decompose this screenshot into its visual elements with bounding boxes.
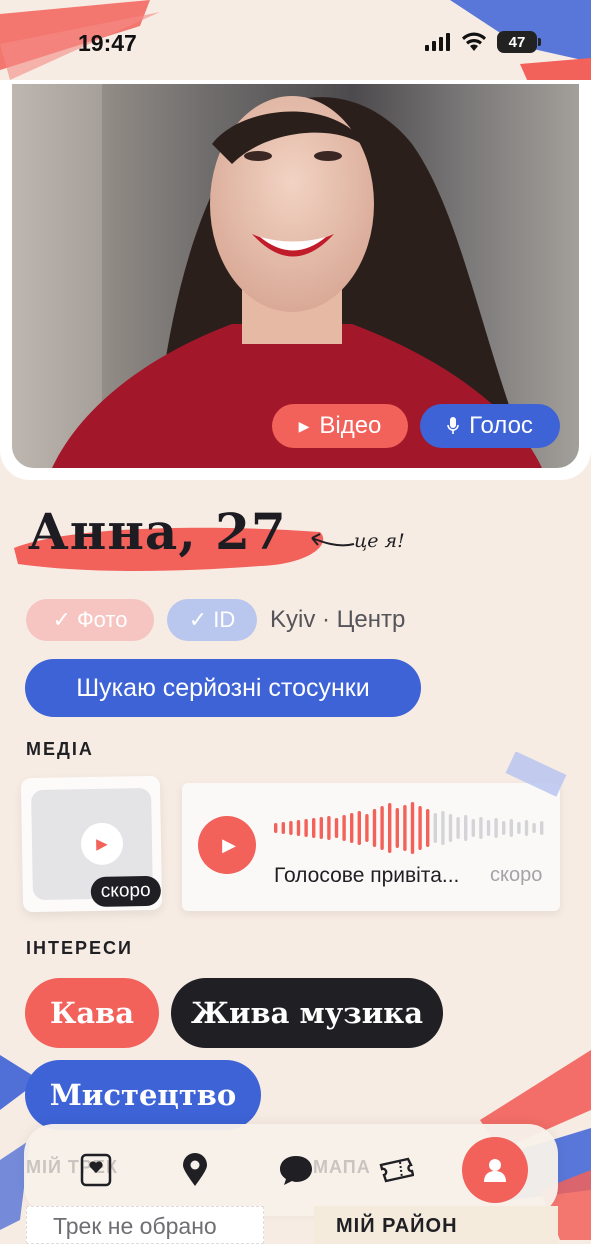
waveform-bar bbox=[448, 814, 453, 842]
interests-section-title: ІНТЕРЕСИ bbox=[26, 938, 133, 958]
waveform-bar bbox=[494, 818, 498, 838]
waveform-bar bbox=[350, 813, 354, 843]
waveform-bar bbox=[479, 817, 483, 839]
waveform-bar bbox=[395, 808, 399, 848]
waveform-bar bbox=[342, 815, 346, 841]
handwritten-note: це я! bbox=[354, 530, 405, 552]
status-time: 19:47 bbox=[78, 30, 137, 56]
track-card-icon bbox=[80, 1153, 112, 1187]
video-button-label: Відео bbox=[319, 412, 382, 439]
chat-bubble-icon bbox=[280, 1156, 312, 1185]
waveform-bar bbox=[426, 809, 430, 847]
microphone-icon bbox=[447, 417, 459, 434]
play-icon: ▶ bbox=[96, 835, 108, 853]
voice-greeting-label: Голосове привіта... bbox=[274, 864, 460, 887]
video-soon-chip: скоро bbox=[90, 875, 161, 908]
waveform-bar bbox=[296, 820, 301, 836]
district-label: МІЙ РАЙОН bbox=[336, 1215, 458, 1237]
voice-play-button[interactable]: ▶ bbox=[198, 816, 256, 874]
location-pin-icon bbox=[183, 1153, 207, 1186]
video-placeholder: ▶ скоро bbox=[31, 787, 161, 908]
photo-verified-badge: ✓ Фото bbox=[26, 599, 154, 641]
track-status-field[interactable]: Трек не обрано bbox=[26, 1206, 264, 1244]
voice-soon-label: скоро bbox=[490, 864, 543, 886]
interest-chip-live-music[interactable]: Жива музика bbox=[171, 978, 443, 1048]
video-play-button[interactable]: ▶ bbox=[80, 822, 124, 866]
interest-label: Кава bbox=[49, 996, 135, 1030]
waveform-bar bbox=[319, 817, 323, 839]
cellular-signal-icon bbox=[425, 33, 450, 51]
waveform-bar bbox=[540, 821, 544, 835]
waveform-bar bbox=[289, 821, 293, 835]
nav-label-map: МАПА bbox=[313, 1157, 371, 1177]
waveform-bar bbox=[471, 819, 475, 837]
waveform-bar bbox=[327, 816, 331, 840]
play-icon: ▶ bbox=[222, 834, 236, 855]
location-text: Kyiv · Центр bbox=[270, 606, 406, 633]
waveform-bar bbox=[418, 806, 422, 850]
interest-chip-coffee[interactable]: Кава bbox=[25, 978, 159, 1048]
media-section-title: МЕДІА bbox=[26, 739, 94, 759]
waveform-bar bbox=[509, 819, 513, 837]
check-icon: ✓ bbox=[188, 607, 208, 632]
interest-label: Жива музика bbox=[190, 996, 424, 1030]
nav-ticket-button[interactable] bbox=[376, 1150, 416, 1190]
waveform-bar bbox=[456, 817, 460, 839]
waveform-bar bbox=[274, 823, 278, 833]
waveform-bar bbox=[312, 818, 316, 838]
waveform-bar bbox=[403, 805, 407, 851]
waveform-bar bbox=[334, 818, 339, 838]
waveform-bar bbox=[410, 802, 415, 854]
waveform-bar bbox=[380, 806, 384, 850]
waveform-bar bbox=[486, 820, 491, 836]
profile-name: Анна, 27 bbox=[28, 502, 287, 561]
video-soon-label: скоро bbox=[100, 879, 151, 902]
my-district-tab[interactable]: МІЙ РАЙОН bbox=[314, 1206, 558, 1244]
waveform-bar bbox=[532, 823, 536, 833]
voice-waveform bbox=[274, 802, 544, 854]
profile-icon bbox=[484, 1159, 506, 1182]
check-icon: ✓ bbox=[52, 607, 71, 632]
waveform-bar bbox=[304, 819, 308, 837]
voice-button-label: Голос bbox=[469, 412, 533, 439]
waveform-bar bbox=[357, 811, 361, 845]
waveform-bar bbox=[502, 821, 506, 835]
intent-label: Шукаю серйозні стосунки bbox=[76, 673, 370, 702]
ticket-icon bbox=[379, 1157, 414, 1183]
waveform-bar bbox=[517, 822, 521, 834]
battery-indicator: 47 bbox=[497, 31, 541, 53]
id-verified-badge: ✓ ID bbox=[167, 599, 257, 641]
relationship-intent-chip: Шукаю серйозні стосунки bbox=[25, 659, 421, 717]
play-icon: ▶ bbox=[298, 417, 310, 434]
voice-button[interactable]: Голос bbox=[420, 404, 560, 448]
battery-level: 47 bbox=[508, 33, 526, 51]
interest-chip-art[interactable]: Мистецтво bbox=[25, 1060, 261, 1130]
waveform-bar bbox=[464, 815, 468, 841]
waveform-bar bbox=[281, 822, 285, 834]
track-status-label: Трек не обрано bbox=[53, 1213, 217, 1239]
waveform-bar bbox=[441, 811, 445, 845]
waveform-bar bbox=[365, 814, 369, 842]
interest-label: Мистецтво bbox=[49, 1078, 237, 1112]
waveform-bar bbox=[524, 820, 529, 836]
waveform-bar bbox=[372, 809, 377, 847]
nav-track-button[interactable] bbox=[76, 1150, 116, 1190]
nav-chat-button[interactable] bbox=[276, 1150, 316, 1190]
nav-profile-button[interactable] bbox=[462, 1137, 528, 1203]
video-button[interactable]: ▶ Відео bbox=[272, 404, 408, 448]
id-badge-label: ID bbox=[213, 607, 236, 632]
nav-location-button[interactable] bbox=[175, 1150, 215, 1190]
waveform-bar bbox=[433, 813, 437, 843]
status-bar: 19:47 47 bbox=[0, 0, 591, 86]
status-icons: 47 bbox=[425, 31, 541, 53]
waveform-bar bbox=[388, 803, 392, 853]
photo-badge-label: Фото bbox=[76, 607, 128, 632]
wifi-icon bbox=[462, 32, 486, 51]
video-tile[interactable]: ▶ скоро bbox=[20, 775, 163, 913]
